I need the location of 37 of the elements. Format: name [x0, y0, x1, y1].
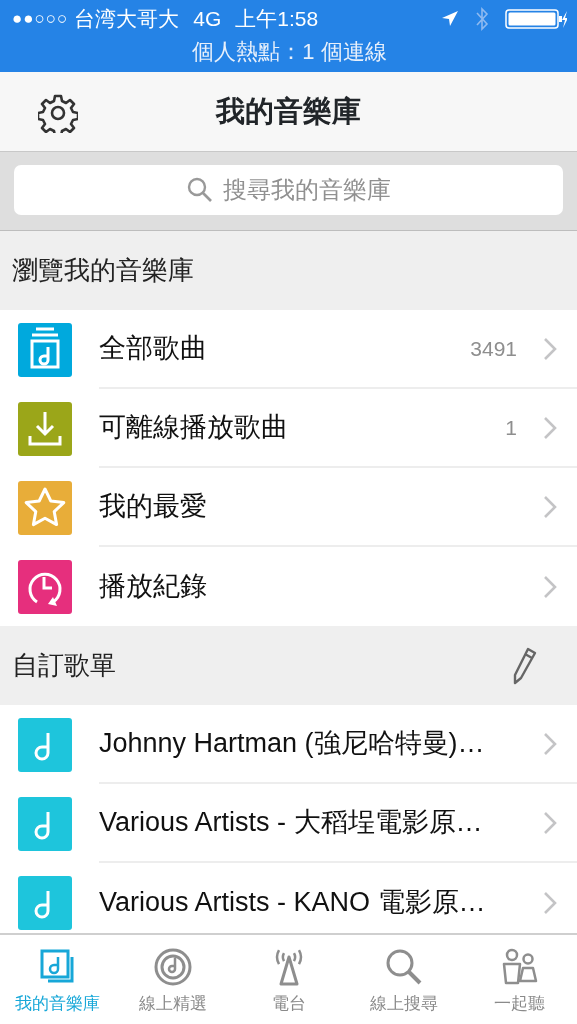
disc-icon [153, 947, 194, 987]
music-note-icon [18, 717, 72, 772]
chevron-icon [543, 574, 557, 599]
item-label: 可離線播放歌曲 [99, 411, 289, 445]
item-label: 全部歌曲 [99, 332, 208, 366]
signal-strength: ●●○○○ [12, 8, 69, 31]
carrier-name: 台湾大哥大 [74, 6, 180, 33]
chevron-icon [543, 810, 557, 835]
location-icon [441, 10, 459, 28]
chevron-icon [543, 890, 557, 915]
tab-button[interactable]: 線上搜尋 [346, 935, 462, 1024]
tab-button[interactable]: 電台 [230, 935, 347, 1024]
section-header: 自訂歌單 [12, 649, 116, 682]
battery-icon [505, 9, 567, 29]
song-count: 1 [505, 414, 517, 441]
tab-button[interactable]: 一起聽 [461, 935, 577, 1024]
playlist-title: Various Artists - 大稻埕電影原… [99, 806, 484, 840]
tab-button[interactable]: 線上精選 [115, 935, 231, 1024]
music-note-icon [18, 875, 72, 930]
search-icon [186, 177, 213, 203]
network-type: 4G [193, 6, 222, 33]
settings-icon[interactable] [38, 93, 78, 133]
status-time: 上午1:58 [235, 6, 319, 33]
item-label: 播放紀錄 [99, 570, 208, 604]
chevron-icon [543, 731, 557, 756]
section-header: 瀏覽我的音樂庫 [12, 254, 194, 287]
item-label: 我的最愛 [99, 490, 208, 524]
chevron-icon [543, 336, 557, 361]
page-title: 我的音樂庫 [216, 94, 361, 127]
chevron-icon [543, 415, 557, 440]
song-count: 3491 [470, 335, 517, 362]
chevron-icon [543, 494, 557, 519]
search-placeholder: 搜尋我的音樂庫 [222, 175, 391, 205]
playlist-title: Various Artists - KANO 電影原… [99, 886, 487, 920]
music-note-icon [18, 796, 72, 851]
playlist-title: Johnny Hartman (強尼哈特曼)… [99, 727, 486, 761]
bluetooth-icon [475, 7, 489, 31]
